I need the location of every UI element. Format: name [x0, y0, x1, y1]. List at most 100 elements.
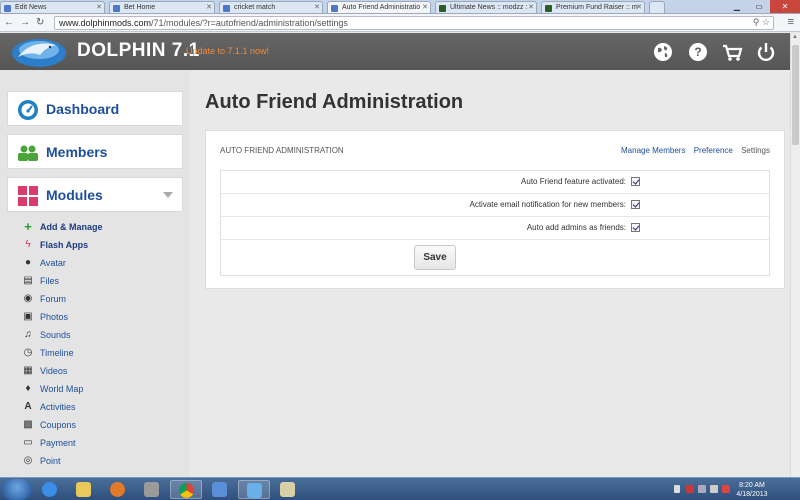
- browser-tab-auto-friend[interactable]: Auto Friend Administratio ✕: [327, 1, 431, 13]
- tab-close-icon[interactable]: ✕: [636, 3, 642, 11]
- tray-app-icon[interactable]: [686, 485, 694, 493]
- tab-close-icon[interactable]: ✕: [96, 3, 102, 11]
- panel-tabs: Manage Members Preference Settings: [615, 146, 770, 155]
- module-item-photos[interactable]: ▣ Photos: [22, 311, 182, 325]
- taskbar-media[interactable]: [102, 480, 134, 499]
- module-item-files[interactable]: ▤ Files: [22, 275, 182, 289]
- svg-text:?: ?: [694, 45, 701, 59]
- chevron-down-icon[interactable]: [163, 192, 173, 198]
- file-icon: ▤: [23, 275, 33, 286]
- network-icon[interactable]: [698, 485, 706, 493]
- help-icon[interactable]: ?: [687, 41, 709, 63]
- tab-close-icon[interactable]: ✕: [206, 3, 212, 11]
- new-tab-button[interactable]: [649, 1, 665, 13]
- sidebar-item-modules[interactable]: Modules: [7, 177, 183, 212]
- setting-label: Auto add admins as friends:: [526, 223, 626, 232]
- module-item-forum[interactable]: ◉ Forum: [22, 293, 182, 307]
- module-item-payment[interactable]: ▭ Payment: [22, 437, 182, 451]
- tab-favicon: [113, 5, 120, 12]
- dashboard-icon: [18, 100, 38, 120]
- scroll-up-icon[interactable]: ▲: [792, 34, 799, 42]
- taskbar-chrome[interactable]: [170, 480, 202, 499]
- chrome-icon: [179, 483, 194, 498]
- tab-favicon: [223, 5, 230, 12]
- taskbar-paint[interactable]: [272, 480, 304, 499]
- module-item-timeline[interactable]: ◷ Timeline: [22, 347, 182, 361]
- tab-close-icon[interactable]: ✕: [314, 3, 320, 11]
- minimize-icon[interactable]: ▁: [726, 0, 748, 13]
- browser-tab-cricket-match[interactable]: cricket match ✕: [219, 1, 323, 13]
- taskbar-app3[interactable]: [238, 480, 270, 499]
- address-bar[interactable]: www.dolphinmods.com/71/modules/?r=autofr…: [54, 16, 774, 30]
- clock-date[interactable]: 4/18/2013: [732, 491, 772, 498]
- clock-icon: ◷: [23, 347, 33, 358]
- tab-favicon: [331, 5, 338, 12]
- module-item-world-map[interactable]: ♦ World Map: [22, 383, 182, 397]
- sidebar-item-members[interactable]: Members: [7, 134, 183, 169]
- save-button[interactable]: Save: [414, 245, 456, 270]
- zoom-icon[interactable]: ⚲ ☆: [753, 17, 770, 28]
- tab-close-icon[interactable]: ✕: [422, 3, 428, 11]
- taskbar-ie[interactable]: [34, 480, 66, 499]
- reload-icon[interactable]: ↻: [36, 17, 44, 28]
- forward-icon[interactable]: →: [20, 17, 30, 28]
- module-item-coupons[interactable]: ▩ Coupons: [22, 419, 182, 433]
- setting-row: Auto Friend feature activated:: [221, 171, 769, 194]
- email-notification-checkbox[interactable]: [631, 200, 640, 209]
- module-item-avatar[interactable]: ● Avatar: [22, 257, 182, 271]
- update-link[interactable]: Update to 7.1.1 now!: [186, 46, 269, 56]
- plus-icon: +: [24, 219, 32, 234]
- sidebar-item-dashboard[interactable]: Dashboard: [7, 91, 183, 126]
- site-name[interactable]: DOLPHIN 7.1: [77, 40, 200, 62]
- tab-close-icon[interactable]: ✕: [528, 3, 534, 11]
- tray-arrow-icon[interactable]: [674, 485, 680, 493]
- start-button[interactable]: [2, 479, 32, 500]
- maximize-icon[interactable]: ▭: [748, 0, 770, 13]
- folder-icon: [76, 482, 91, 497]
- dolphin-logo-icon[interactable]: [10, 35, 68, 68]
- cart-icon[interactable]: [721, 41, 743, 63]
- module-item-add-manage[interactable]: + Add & Manage: [22, 219, 182, 235]
- browser-tab-ultimate-news[interactable]: Ultimate News :: modzz : ✕: [435, 1, 537, 13]
- module-item-flash-apps[interactable]: ϟ Flash Apps: [22, 239, 182, 253]
- page-scrollbar[interactable]: ▲: [790, 33, 800, 477]
- browser-tab-edit-news[interactable]: Edit News ✕: [0, 1, 105, 13]
- internet-explorer-icon: [42, 482, 57, 497]
- auto-add-admins-checkbox[interactable]: [631, 223, 640, 232]
- app-icon: [212, 482, 227, 497]
- activities-icon: A: [24, 401, 32, 412]
- back-icon[interactable]: ←: [4, 17, 14, 28]
- tab-settings[interactable]: Settings: [741, 146, 770, 155]
- taskbar-app2[interactable]: [204, 480, 236, 499]
- globe-icon[interactable]: [652, 41, 674, 63]
- module-item-point[interactable]: ◎ Point: [22, 455, 182, 469]
- tab-manage-members[interactable]: Manage Members: [621, 146, 685, 155]
- setting-row: Activate email notification for new memb…: [221, 194, 769, 217]
- tab-favicon: [439, 5, 446, 12]
- module-item-videos[interactable]: ▦ Videos: [22, 365, 182, 379]
- setting-row: Auto add admins as friends:: [221, 217, 769, 240]
- browser-tab-premium-fund[interactable]: Premium Fund Raiser :: m ✕: [541, 1, 645, 13]
- browser-tab-bet-home[interactable]: Bet Home ✕: [109, 1, 215, 13]
- flag-icon[interactable]: [722, 485, 730, 493]
- power-icon[interactable]: [755, 41, 777, 63]
- flash-icon: ϟ: [25, 239, 31, 250]
- browser-menu-icon[interactable]: ≡: [788, 16, 794, 28]
- volume-icon[interactable]: [710, 485, 718, 493]
- module-item-activities[interactable]: A Activities: [22, 401, 182, 415]
- window-close-icon[interactable]: ✕: [770, 0, 800, 13]
- tab-preference[interactable]: Preference: [694, 146, 733, 155]
- app-icon: [247, 483, 262, 498]
- paint-icon: [280, 482, 295, 497]
- clock-time[interactable]: 8:20 AM: [732, 482, 772, 489]
- window-controls: ▁ ▭ ✕: [726, 0, 800, 13]
- card-icon: ▭: [23, 437, 33, 448]
- modules-icon: [18, 186, 38, 206]
- user-icon: ●: [24, 257, 32, 268]
- auto-friend-activated-checkbox[interactable]: [631, 177, 640, 186]
- scrollbar-thumb[interactable]: [792, 45, 799, 145]
- taskbar-app[interactable]: [136, 480, 168, 499]
- taskbar-explorer[interactable]: [68, 480, 100, 499]
- module-item-sounds[interactable]: ♫ Sounds: [22, 329, 182, 343]
- browser-toolbar: ← → ↻ www.dolphinmods.com/71/modules/?r=…: [0, 14, 800, 32]
